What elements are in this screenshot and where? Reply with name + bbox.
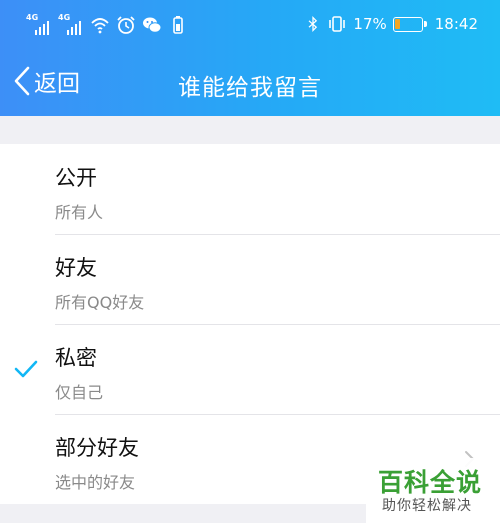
bluetooth-icon [308, 16, 318, 32]
cell-signal-1-icon: 4G [26, 14, 52, 35]
option-private[interactable]: 私密 仅自己 [0, 324, 500, 414]
option-friends[interactable]: 好友 所有QQ好友 [0, 234, 500, 324]
option-description: 所有QQ好友 [55, 293, 145, 312]
cell-signal-2-icon: 4G [58, 14, 84, 35]
battery-fill [395, 19, 401, 29]
option-description: 仅自己 [55, 383, 104, 402]
watermark-subtitle: 助你轻松解决 [382, 498, 472, 514]
vibrate-icon [329, 16, 346, 32]
option-public[interactable]: 公开 所有人 [0, 144, 500, 234]
option-name: 部分好友 [55, 436, 139, 460]
option-description: 选中的好友 [55, 473, 136, 492]
battery-icon [392, 16, 427, 32]
header: 4G 4G 17% 18:42 返回 谁能给我留言 [0, 0, 500, 116]
wechat-icon [143, 17, 162, 33]
status-bar: 4G 4G 17% 18:42 [0, 0, 500, 48]
option-name: 好友 [55, 256, 97, 280]
sim-battery-icon [173, 16, 183, 34]
alarm-clock-icon [117, 16, 135, 34]
status-right: 17% 18:42 [305, 13, 478, 35]
checkmark-icon [14, 360, 38, 378]
page-title: 谁能给我留言 [178, 75, 322, 101]
option-name: 私密 [55, 346, 97, 370]
watermark: 百科全说 助你轻松解决 [366, 458, 500, 523]
visibility-options-list: 公开 所有人 好友 所有QQ好友 私密 仅自己 部分好友 选中的好友 [0, 144, 500, 504]
status-left: 4G 4G [26, 13, 188, 35]
watermark-title: 百科全说 [378, 468, 483, 497]
navigation-bar: 返回 谁能给我留言 [0, 48, 500, 114]
option-name: 公开 [55, 166, 97, 190]
battery-percent: 17% [353, 15, 387, 33]
option-description: 所有人 [55, 203, 104, 222]
clock: 18:42 [434, 15, 478, 33]
wifi-icon [91, 18, 109, 34]
